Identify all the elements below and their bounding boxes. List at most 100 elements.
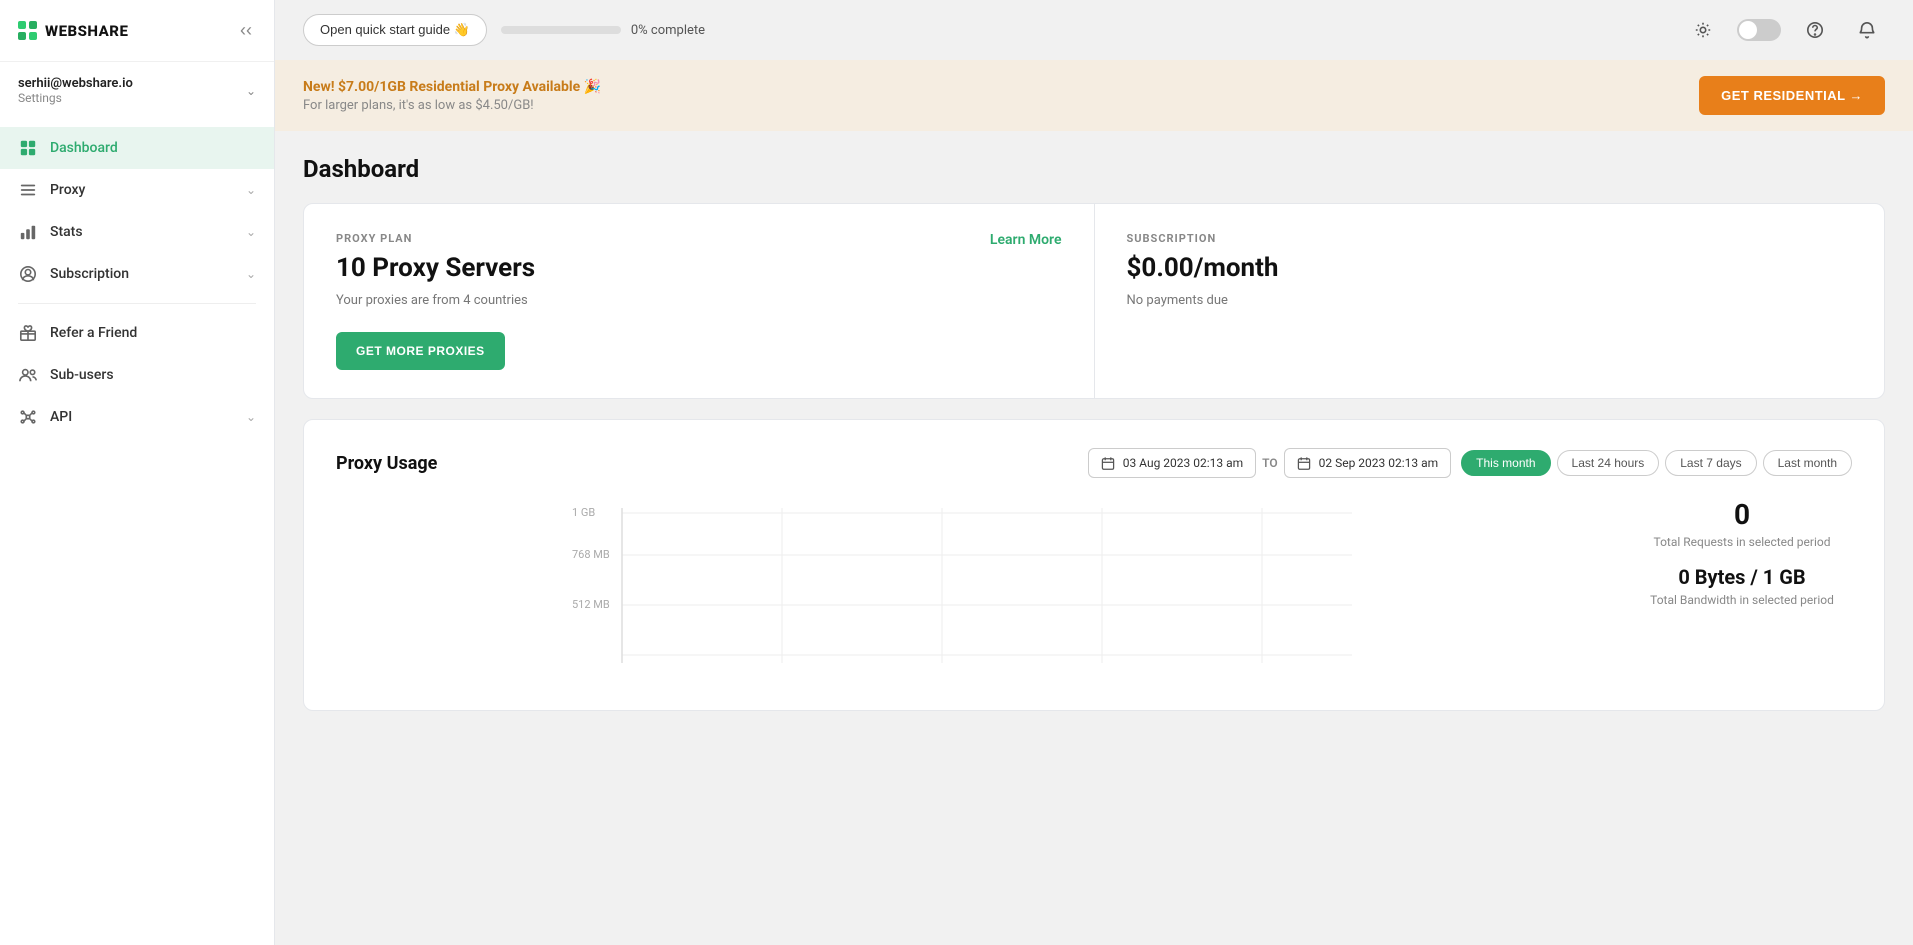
filter-last-7d-label: Last 7 days bbox=[1680, 456, 1741, 470]
sidebar-item-stats[interactable]: Stats ⌄ bbox=[0, 211, 274, 253]
total-requests-label: Total Requests in selected period bbox=[1632, 535, 1852, 549]
usage-header: Proxy Usage 03 Aug 2023 02:13 am bbox=[336, 448, 1852, 478]
proxy-usage-section: Proxy Usage 03 Aug 2023 02:13 am bbox=[303, 419, 1885, 711]
nav-divider bbox=[18, 303, 256, 304]
sidebar-item-subusers-label: Sub-users bbox=[50, 367, 256, 383]
get-more-proxies-button[interactable]: GET MORE PROXIES bbox=[336, 332, 505, 370]
toggle-thumb bbox=[1739, 21, 1757, 39]
get-residential-label: GET RESIDENTIAL → bbox=[1721, 88, 1863, 103]
gift-icon bbox=[18, 323, 38, 343]
learn-more-link[interactable]: Learn More bbox=[990, 232, 1062, 248]
date-from-input[interactable]: 03 Aug 2023 02:13 am bbox=[1088, 448, 1256, 478]
logo-dot-4 bbox=[29, 32, 37, 40]
subscription-value: $0.00/month bbox=[1127, 253, 1853, 283]
sidebar-item-refer-label: Refer a Friend bbox=[50, 325, 256, 341]
filter-last-7d-button[interactable]: Last 7 days bbox=[1665, 450, 1756, 476]
total-requests-block: 0 Total Requests in selected period bbox=[1632, 498, 1852, 549]
logo-text: WEBSHARE bbox=[45, 22, 128, 40]
filter-this-month-button[interactable]: This month bbox=[1461, 450, 1550, 476]
sidebar-item-proxy[interactable]: Proxy ⌄ bbox=[0, 169, 274, 211]
main-content: New! $7.00/1GB Residential Proxy Availab… bbox=[275, 60, 1913, 945]
settings-icon-button[interactable] bbox=[1685, 12, 1721, 48]
topbar: Open quick start guide 👋 0% complete bbox=[275, 0, 1913, 60]
quick-start-label: Open quick start guide 👋 bbox=[320, 22, 470, 38]
main-area: Open quick start guide 👋 0% complete bbox=[275, 0, 1913, 945]
usage-title: Proxy Usage bbox=[336, 453, 437, 474]
sidebar-item-dashboard[interactable]: Dashboard bbox=[0, 127, 274, 169]
get-residential-button[interactable]: GET RESIDENTIAL → bbox=[1699, 76, 1885, 115]
date-separator: TO bbox=[1262, 456, 1278, 470]
usage-controls: 03 Aug 2023 02:13 am TO 02 Sep 2023 02:1… bbox=[1088, 448, 1852, 478]
promo-banner: New! $7.00/1GB Residential Proxy Availab… bbox=[275, 60, 1913, 131]
cards-row: PROXY PLAN 10 Proxy Servers Learn More Y… bbox=[303, 203, 1885, 399]
date-from-value: 03 Aug 2023 02:13 am bbox=[1123, 456, 1243, 470]
help-icon-button[interactable] bbox=[1797, 12, 1833, 48]
filter-last-month-button[interactable]: Last month bbox=[1763, 450, 1852, 476]
proxy-plan-subtitle: Your proxies are from 4 countries bbox=[336, 293, 1062, 308]
logo-icon bbox=[18, 21, 37, 40]
date-to-value: 02 Sep 2023 02:13 am bbox=[1319, 456, 1439, 470]
bandwidth-block: 0 Bytes / 1 GB Total Bandwidth in select… bbox=[1632, 565, 1852, 607]
progress-label: 0% complete bbox=[631, 23, 705, 38]
grid-icon bbox=[18, 138, 38, 158]
filter-last-month-label: Last month bbox=[1778, 456, 1837, 470]
stats-chevron-icon: ⌄ bbox=[246, 225, 256, 239]
sidebar-header: WEBSHARE ‹‹ bbox=[0, 0, 274, 62]
calendar-icon-from bbox=[1101, 456, 1115, 470]
topbar-right bbox=[1685, 12, 1885, 48]
sidebar-item-proxy-label: Proxy bbox=[50, 182, 234, 198]
sidebar-item-api[interactable]: API ⌄ bbox=[0, 396, 274, 438]
proxy-chevron-icon: ⌄ bbox=[246, 183, 256, 197]
bandwidth-value: 0 Bytes / 1 GB bbox=[1632, 565, 1852, 589]
filter-this-month-label: This month bbox=[1476, 456, 1535, 470]
subscription-label: SUBSCRIPTION bbox=[1127, 232, 1853, 245]
sidebar-item-api-label: API bbox=[50, 409, 234, 425]
bar-chart-icon bbox=[18, 222, 38, 242]
sidebar-item-subscription[interactable]: Subscription ⌄ bbox=[0, 253, 274, 295]
proxy-plan-label: PROXY PLAN bbox=[336, 232, 1062, 245]
sidebar-item-subscription-label: Subscription bbox=[50, 266, 234, 282]
stats-area: 0 Total Requests in selected period 0 By… bbox=[1632, 498, 1852, 682]
time-filters: This month Last 24 hours Last 7 days Las… bbox=[1461, 450, 1852, 476]
user-section[interactable]: serhii@webshare.io Settings ⌄ bbox=[0, 62, 274, 119]
proxy-plan-card: PROXY PLAN 10 Proxy Servers Learn More Y… bbox=[304, 204, 1094, 398]
filter-last-24h-button[interactable]: Last 24 hours bbox=[1557, 450, 1660, 476]
sidebar-item-dashboard-label: Dashboard bbox=[50, 140, 256, 156]
subscription-card: SUBSCRIPTION $0.00/month No payments due bbox=[1094, 204, 1885, 398]
get-more-proxies-label: GET MORE PROXIES bbox=[356, 344, 485, 358]
users-icon bbox=[18, 365, 38, 385]
user-email: serhii@webshare.io bbox=[18, 76, 133, 91]
topbar-left: Open quick start guide 👋 0% complete bbox=[303, 14, 705, 46]
progress-area: 0% complete bbox=[501, 23, 705, 38]
api-icon bbox=[18, 407, 38, 427]
svg-text:512 MB: 512 MB bbox=[572, 598, 610, 611]
theme-toggle[interactable] bbox=[1737, 19, 1781, 41]
calendar-icon-to bbox=[1297, 456, 1311, 470]
sidebar: WEBSHARE ‹‹ serhii@webshare.io Settings … bbox=[0, 0, 275, 945]
user-circle-icon bbox=[18, 264, 38, 284]
date-range: 03 Aug 2023 02:13 am TO 02 Sep 2023 02:1… bbox=[1088, 448, 1451, 478]
banner-secondary-text: For larger plans, it's as low as $4.50/G… bbox=[303, 98, 601, 113]
progress-bar-background bbox=[501, 26, 621, 34]
collapse-sidebar-button[interactable]: ‹‹ bbox=[236, 16, 256, 45]
chart-area: 1 GB 768 MB 512 MB bbox=[336, 498, 1608, 682]
usage-chart: 1 GB 768 MB 512 MB bbox=[336, 498, 1608, 678]
logo-dot-3 bbox=[29, 21, 37, 29]
usage-content: 1 GB 768 MB 512 MB bbox=[336, 498, 1852, 682]
dashboard-body: Dashboard PROXY PLAN 10 Proxy Servers Le… bbox=[275, 131, 1913, 735]
notification-icon-button[interactable] bbox=[1849, 12, 1885, 48]
user-chevron-icon: ⌄ bbox=[246, 84, 256, 98]
date-to-input[interactable]: 02 Sep 2023 02:13 am bbox=[1284, 448, 1452, 478]
page-title: Dashboard bbox=[303, 155, 1885, 183]
logo-area: WEBSHARE bbox=[18, 21, 128, 40]
sidebar-item-refer[interactable]: Refer a Friend bbox=[0, 312, 274, 354]
sidebar-item-subusers[interactable]: Sub-users bbox=[0, 354, 274, 396]
quick-start-button[interactable]: Open quick start guide 👋 bbox=[303, 14, 487, 46]
get-more-proxies-action: GET MORE PROXIES bbox=[336, 332, 1062, 370]
banner-primary-text: New! $7.00/1GB Residential Proxy Availab… bbox=[303, 79, 601, 95]
proxy-plan-value: 10 Proxy Servers bbox=[336, 253, 1062, 283]
nav-list: Dashboard Proxy ⌄ Stat bbox=[0, 119, 274, 945]
subscription-subtitle: No payments due bbox=[1127, 293, 1853, 308]
logo-dot-1 bbox=[18, 21, 26, 29]
svg-text:1 GB: 1 GB bbox=[572, 506, 595, 519]
